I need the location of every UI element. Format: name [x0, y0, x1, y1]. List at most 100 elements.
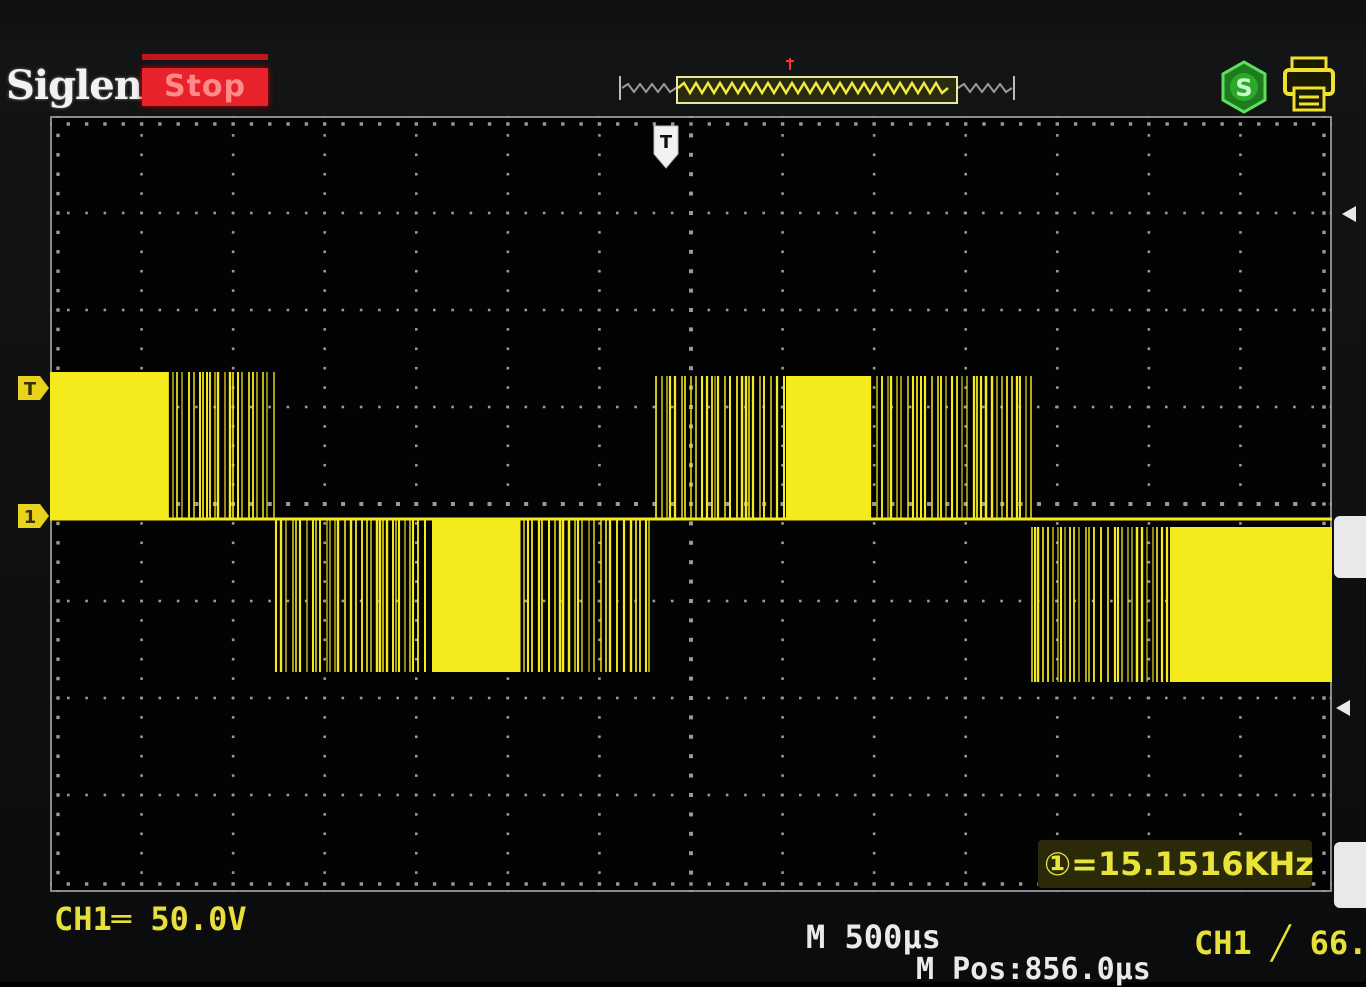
grid-dot [1322, 444, 1326, 448]
grid-dot [872, 192, 876, 195]
grid-dot [524, 599, 528, 603]
grid-dot [469, 882, 473, 886]
grid-dot [378, 696, 381, 700]
grid-dot [140, 696, 143, 700]
grid-dot [250, 308, 253, 312]
grid-dot [1018, 122, 1023, 126]
grid-dot [1219, 405, 1223, 409]
memory-view-window [676, 76, 958, 104]
grid-dot [781, 116, 784, 118]
grid-dot [1239, 250, 1242, 254]
grid-dot [323, 599, 326, 603]
grid-dot [1219, 696, 1223, 700]
grid-dot [84, 882, 89, 886]
grid-dot [231, 211, 235, 215]
trigger-setting[interactable]: CH1 ╱ 66.0V [1194, 924, 1366, 962]
grid-dot [689, 191, 693, 196]
grid-dot [964, 813, 968, 816]
grid-dot [56, 288, 60, 293]
grid-dot [1239, 153, 1242, 157]
print-icon[interactable] [1282, 56, 1336, 114]
grid-dot [323, 754, 327, 758]
menu-softkey[interactable] [1334, 516, 1366, 578]
grid-dot [689, 230, 693, 235]
grid-dot [964, 250, 968, 254]
grid-dot [744, 696, 747, 700]
grid-dot [1055, 250, 1059, 254]
grid-dot [231, 851, 235, 855]
grid-dot [56, 696, 60, 700]
grid-dot [799, 122, 803, 126]
grid-dot [1238, 502, 1243, 506]
grid-dot [304, 308, 308, 312]
grid-dot [414, 211, 418, 215]
grid-dot [1110, 122, 1114, 126]
grid-dot [780, 882, 785, 886]
grid-dot [872, 463, 876, 467]
grid-dot [964, 522, 968, 525]
grid-dot [1322, 715, 1326, 720]
grid-dot [414, 328, 418, 331]
grid-dot [1128, 599, 1131, 603]
grid-dot [689, 734, 693, 739]
grid-dot [286, 696, 290, 700]
grid-dot [707, 308, 711, 312]
grid-dot [1018, 882, 1023, 886]
side-arrow-icon[interactable] [1340, 204, 1358, 224]
grid-dot [140, 522, 143, 525]
grid-dot [414, 599, 418, 603]
grid-dot [286, 122, 290, 126]
grid-dot [707, 882, 712, 886]
grid-dot [56, 250, 60, 254]
grid-dot [744, 308, 747, 312]
grid-dot [689, 812, 693, 817]
grid-dot [158, 793, 162, 797]
grid-dot [561, 793, 564, 797]
grid-dot [1322, 482, 1326, 487]
grid-dot [414, 250, 418, 254]
grid-dot [1239, 116, 1242, 118]
grid-dot [469, 405, 473, 409]
grid-dot [762, 308, 765, 312]
grid-dot [689, 579, 693, 584]
grid-dot [1146, 308, 1150, 312]
grid-dot [1201, 405, 1205, 409]
ch1-vertical-scale[interactable]: CH1═ 50.0V [54, 900, 247, 938]
grid-dot [506, 851, 510, 855]
grid-dot [323, 580, 327, 583]
grid-dot [707, 696, 711, 700]
waveform-display[interactable] [50, 116, 1332, 892]
grid-dot [1110, 793, 1113, 797]
grid-dot [598, 444, 601, 448]
grid-dot [1239, 269, 1242, 273]
grid-dot [524, 882, 528, 886]
grid-dot [506, 882, 510, 886]
negative-burst [1170, 527, 1332, 682]
grid-dot [140, 735, 143, 739]
grid-dot [50, 793, 52, 797]
grid-dot [1147, 638, 1151, 642]
grid-dot [231, 677, 235, 680]
grid-dot [1330, 882, 1332, 886]
grid-dot [781, 851, 784, 855]
grid-dot [323, 250, 327, 254]
timebase-scale[interactable]: M 500μs [806, 918, 941, 956]
grid-dot [487, 882, 492, 886]
grid-dot [634, 502, 639, 506]
run-stop-indicator[interactable]: Stop [142, 54, 268, 106]
grid-dot [872, 231, 876, 234]
grid-dot [634, 211, 637, 215]
grid-dot [506, 871, 510, 874]
grid-dot [67, 599, 70, 603]
grid-dot [506, 696, 509, 700]
grid-dot [598, 289, 601, 292]
grid-dot [542, 211, 546, 215]
grid-dot [598, 483, 601, 486]
grid-dot [579, 308, 582, 312]
grid-dot [725, 308, 729, 312]
grid-dot [84, 122, 89, 126]
side-arrow-icon[interactable] [1334, 698, 1352, 718]
grid-dot [1293, 502, 1298, 506]
grid-dot [689, 599, 693, 603]
grid-dot [414, 502, 419, 506]
